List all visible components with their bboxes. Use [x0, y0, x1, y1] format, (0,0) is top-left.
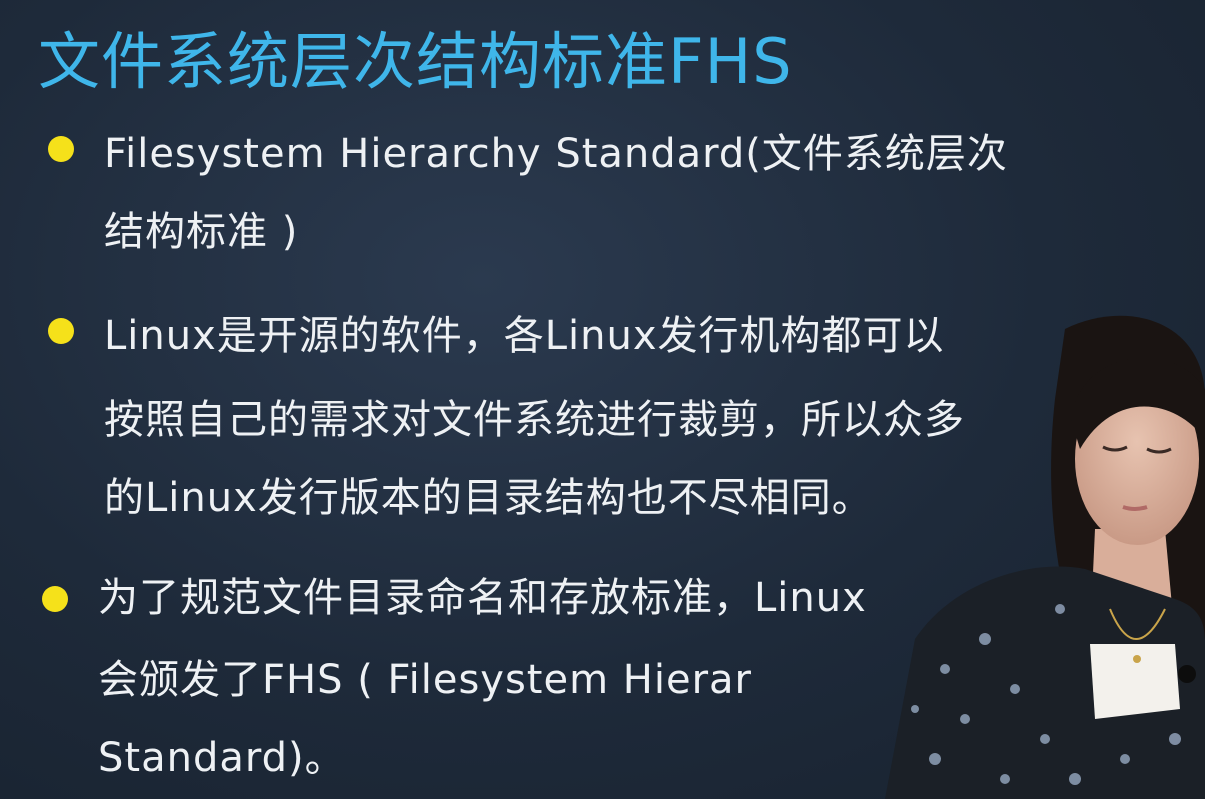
bullet-line: Filesystem Hierarchy Standard(文件系统层次 [104, 131, 1008, 177]
bullet-line: Standard)。 [98, 735, 346, 781]
bullet-line: 为了规范文件目录命名和存放标准，Linux [98, 575, 867, 621]
bullet-line: 按照自己的需求对文件系统进行裁剪，所以众多 [104, 397, 965, 443]
presenter-video [875, 309, 1205, 799]
bullet-line: 的Linux发行版本的目录结构也不尽相同。 [104, 475, 873, 521]
bullet-line: Linux是开源的软件，各Linux发行机构都可以 [104, 313, 945, 359]
presenter-figure [885, 315, 1205, 799]
bullet-line: 会颁发了FHS ( Filesystem Hierar [98, 657, 752, 703]
bullet-line: 结构标准 ) [104, 209, 299, 255]
bullet-dot-icon [48, 318, 74, 344]
bullet-dot-icon [42, 586, 68, 612]
bullet-dot-icon [48, 136, 74, 162]
